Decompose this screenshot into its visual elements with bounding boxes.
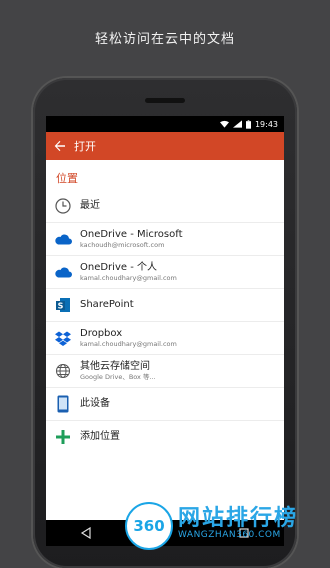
- location-item-onedrive-business[interactable]: OneDrive - Microsoft kachoudh@microsoft.…: [46, 223, 284, 256]
- section-title: 位置: [56, 172, 78, 185]
- item-title: SharePoint: [80, 299, 134, 310]
- location-item-sharepoint[interactable]: S SharePoint: [46, 289, 284, 322]
- signal-icon: [232, 120, 242, 128]
- item-title: 其他云存储空间: [80, 360, 150, 372]
- item-title: Dropbox: [80, 327, 123, 339]
- phone-screen: 19:43 打开 位置 最近 OneDrive - Microsoft kach…: [46, 116, 284, 546]
- location-item-other-cloud[interactable]: 其他云存储空间 Google Drive、Box 等...: [46, 355, 284, 388]
- item-subtitle: kamal.choudhary@gmail.com: [80, 339, 177, 348]
- battery-icon: [245, 119, 251, 129]
- status-bar: 19:43: [46, 116, 284, 132]
- onedrive-cloud-icon: [46, 223, 80, 255]
- item-title: 此设备: [80, 398, 110, 409]
- location-item-dropbox[interactable]: Dropbox kamal.choudhary@gmail.com: [46, 322, 284, 355]
- phone-frame: 19:43 打开 位置 最近 OneDrive - Microsoft kach…: [33, 78, 297, 568]
- status-time: 19:43: [254, 119, 278, 129]
- phone-speaker: [145, 98, 185, 103]
- item-subtitle: Google Drive、Box 等...: [80, 372, 156, 381]
- onedrive-cloud-icon: [46, 256, 80, 288]
- svg-text:S: S: [58, 302, 64, 311]
- sharepoint-icon: S: [46, 289, 80, 321]
- app-bar: 打开: [46, 132, 284, 160]
- device-icon: [46, 388, 80, 420]
- item-title: OneDrive - Microsoft: [80, 228, 183, 240]
- location-item-onedrive-personal[interactable]: OneDrive - 个人 kamal.choudhary@gmail.com: [46, 256, 284, 289]
- item-title: 最近: [80, 200, 100, 211]
- location-item-this-device[interactable]: 此设备: [46, 388, 284, 421]
- item-title: OneDrive - 个人: [80, 261, 157, 273]
- watermark: 360 网站排行榜 WANGZHAN360.COM: [118, 498, 330, 550]
- clock-icon: [46, 190, 80, 222]
- back-arrow-icon[interactable]: [46, 132, 74, 160]
- watermark-text: 网站排行榜: [178, 506, 299, 531]
- appbar-title: 打开: [74, 140, 96, 153]
- globe-icon: [46, 355, 80, 387]
- plus-icon: [46, 421, 80, 453]
- back-nav-icon[interactable]: [80, 527, 92, 539]
- watermark-logo: 360: [125, 502, 173, 550]
- location-item-recent[interactable]: 最近: [46, 190, 284, 223]
- promo-caption: 轻松访问在云中的文档: [94, 32, 235, 47]
- wifi-icon: [219, 120, 229, 128]
- item-title: 添加位置: [80, 431, 120, 442]
- item-subtitle: kachoudh@microsoft.com: [80, 240, 165, 249]
- location-item-add-place[interactable]: 添加位置: [46, 421, 284, 453]
- dropbox-icon: [46, 322, 80, 354]
- item-subtitle: kamal.choudhary@gmail.com: [80, 273, 177, 282]
- watermark-url: WANGZHAN360.COM: [178, 530, 281, 540]
